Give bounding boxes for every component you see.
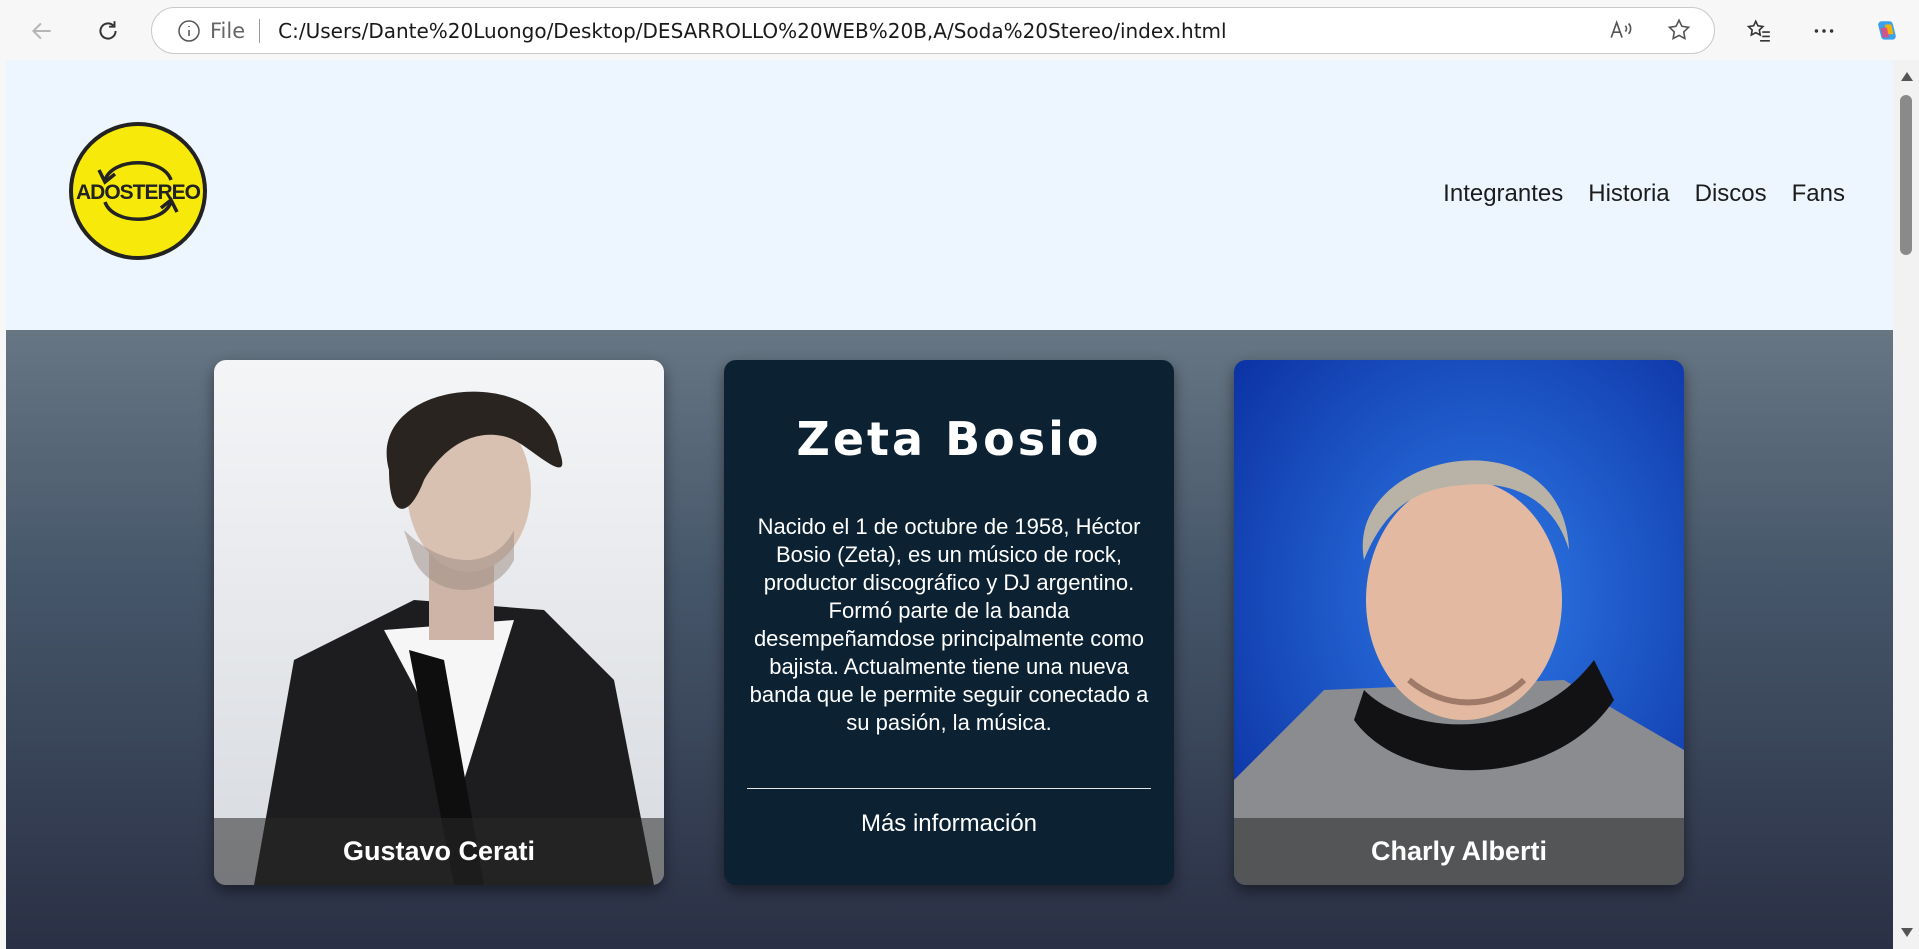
nav-discos[interactable]: Discos xyxy=(1695,180,1767,208)
page-viewport: ADOSTEREO Integrantes Historia Discos Fa… xyxy=(6,60,1893,949)
nav-integrantes[interactable]: Integrantes xyxy=(1443,180,1563,208)
member-card-cerati[interactable]: Gustavo Cerati xyxy=(214,360,664,885)
members-section: Gustavo Cerati Zeta Bosio Nacido el 1 de… xyxy=(6,330,1893,949)
member-name: Charly Alberti xyxy=(1370,836,1548,866)
card-title: Zeta Bosio xyxy=(796,412,1102,466)
file-label: File xyxy=(210,18,246,43)
member-card-alberti[interactable]: Charly Alberti xyxy=(1234,360,1684,885)
refresh-icon[interactable] xyxy=(88,11,128,51)
card-caption: Gustavo Cerati xyxy=(214,818,664,885)
card-description: Nacido el 1 de octubre de 1958, Héctor B… xyxy=(749,514,1149,735)
page-scrollbar[interactable] xyxy=(1893,60,1919,949)
nav-historia[interactable]: Historia xyxy=(1588,180,1669,208)
more-icon[interactable] xyxy=(1806,13,1842,49)
url-text[interactable]: C:/Users/Dante%20Luongo/Desktop/DESARROL… xyxy=(278,19,1226,43)
star-icon[interactable] xyxy=(1666,17,1692,48)
read-aloud-icon[interactable] xyxy=(1608,17,1634,48)
back-arrow-icon[interactable] xyxy=(22,11,62,51)
member-card-bosio: Zeta Bosio Nacido el 1 de octubre de 195… xyxy=(724,360,1174,885)
nav-fans[interactable]: Fans xyxy=(1792,180,1845,208)
main-nav: Integrantes Historia Discos Fans xyxy=(1443,180,1845,208)
soda-stereo-logo[interactable]: ADOSTEREO xyxy=(69,122,207,260)
address-separator xyxy=(259,18,261,43)
member-name: Gustavo Cerati xyxy=(342,836,536,866)
scroll-up-icon[interactable] xyxy=(1901,72,1913,81)
alberti-photo xyxy=(1234,360,1684,885)
address-bar[interactable]: File C:/Users/Dante%20Luongo/Desktop/DES… xyxy=(151,7,1715,54)
cerati-photo xyxy=(214,360,664,885)
copilot-icon[interactable] xyxy=(1869,13,1905,49)
scroll-down-icon[interactable] xyxy=(1901,928,1913,937)
card-divider xyxy=(747,788,1151,789)
svg-text:ADOSTEREO: ADOSTEREO xyxy=(76,181,201,204)
info-icon[interactable] xyxy=(176,18,202,44)
more-info-link[interactable]: Más información xyxy=(724,810,1174,838)
browser-toolbar: File C:/Users/Dante%20Luongo/Desktop/DES… xyxy=(0,0,1919,60)
card-caption: Charly Alberti xyxy=(1234,818,1684,885)
scroll-thumb[interactable] xyxy=(1900,95,1912,255)
favorites-icon[interactable] xyxy=(1741,13,1777,49)
site-header: ADOSTEREO Integrantes Historia Discos Fa… xyxy=(6,60,1893,330)
